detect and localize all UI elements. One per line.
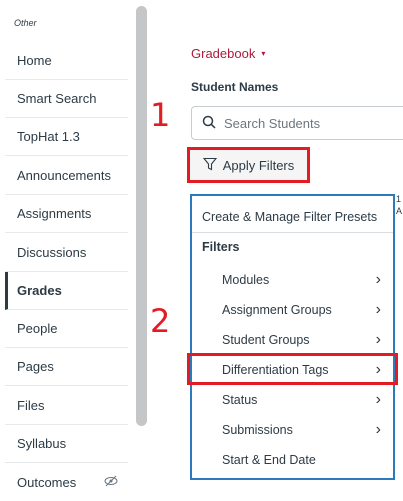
course-nav-sidebar: Other Home Smart Search TopHat 1.3 Annou… [0,0,140,490]
sidebar-item-label: TopHat 1.3 [17,129,80,144]
sidebar-item-label: People [17,321,58,336]
eye-slash-icon [104,475,118,490]
student-names-heading: Student Names [191,80,279,94]
sidebar-item-label: Home [17,53,52,68]
sidebar-item-people[interactable]: People [5,310,128,348]
menu-item-label: Modules [222,273,270,287]
sidebar-item-label: Discussions [17,245,87,260]
chevron-right-icon: › [375,301,381,318]
sidebar-item-tophat[interactable]: TopHat 1.3 [5,118,128,156]
chevron-right-icon: › [375,331,381,348]
menu-item-assignment-groups[interactable]: Assignment Groups › [192,295,393,325]
filter-icon [202,157,217,174]
sidebar-item-assignments[interactable]: Assignments [5,195,128,233]
chevron-right-icon: › [375,391,381,408]
sidebar-item-discussions[interactable]: Discussions [5,234,128,272]
menu-item-submissions[interactable]: Submissions › [192,415,393,445]
menu-item-modules[interactable]: Modules › [192,265,393,295]
filters-heading: Filters [202,240,240,254]
menu-item-label: Start & End Date [222,453,316,467]
sidebar-item-label: Files [17,398,45,413]
sidebar-item-label: Announcements [17,168,111,183]
sidebar-item-pages[interactable]: Pages [5,348,128,386]
menu-item-label: Assignment Groups [222,303,332,317]
sidebar-item-grades[interactable]: Grades [5,272,128,310]
step-2-annotation: 2 [150,302,171,340]
caret-down-icon: ▾ [261,49,266,58]
apply-filters-label: Apply Filters [222,157,295,173]
search-placeholder: Search Students [224,115,321,131]
background-peek-text: 1 [396,194,402,204]
search-students-input[interactable]: Search Students [191,106,403,140]
chevron-right-icon: › [375,421,381,438]
sidebar-item-label: Grades [17,283,62,298]
sidebar-item-smart-search[interactable]: Smart Search [5,80,128,118]
menu-item-student-groups[interactable]: Student Groups › [192,325,393,355]
sidebar-scrollbar[interactable] [136,6,147,426]
search-icon [202,115,216,132]
sidebar-item-label: Pages [17,359,54,374]
sidebar-section-header: Other [14,18,37,28]
menu-item-start-end-date[interactable]: Start & End Date [192,445,393,475]
gradebook-label: Gradebook [191,46,256,61]
step-1-annotation: 1 [150,96,171,134]
sidebar-item-outcomes[interactable]: Outcomes [5,463,128,501]
sidebar-item-announcements[interactable]: Announcements [5,157,128,195]
sidebar-item-label: Smart Search [17,91,97,106]
sidebar-item-label: Outcomes [17,474,77,490]
menu-item-status[interactable]: Status › [192,385,393,415]
background-peek-text: A [396,206,403,216]
menu-item-label: Submissions [222,423,293,437]
sidebar-item-files[interactable]: Files [5,387,128,425]
apply-filters-dropdown: Create & Manage Filter Presets Filters M… [190,194,395,480]
sidebar-item-home[interactable]: Home [5,42,128,80]
sidebar-item-label: Assignments [17,206,92,221]
gradebook-menu[interactable]: Gradebook ▾ [191,46,265,61]
chevron-right-icon: › [375,271,381,288]
menu-item-label: Status [222,393,258,407]
sidebar-item-syllabus[interactable]: Syllabus [5,425,128,463]
differentiation-tags-highlight-box [187,353,398,385]
apply-filters-button[interactable]: Apply Filters [187,147,310,183]
menu-item-filter-presets[interactable]: Create & Manage Filter Presets [192,201,393,233]
sidebar-item-label: Syllabus [17,436,67,451]
menu-item-label: Student Groups [222,333,310,347]
